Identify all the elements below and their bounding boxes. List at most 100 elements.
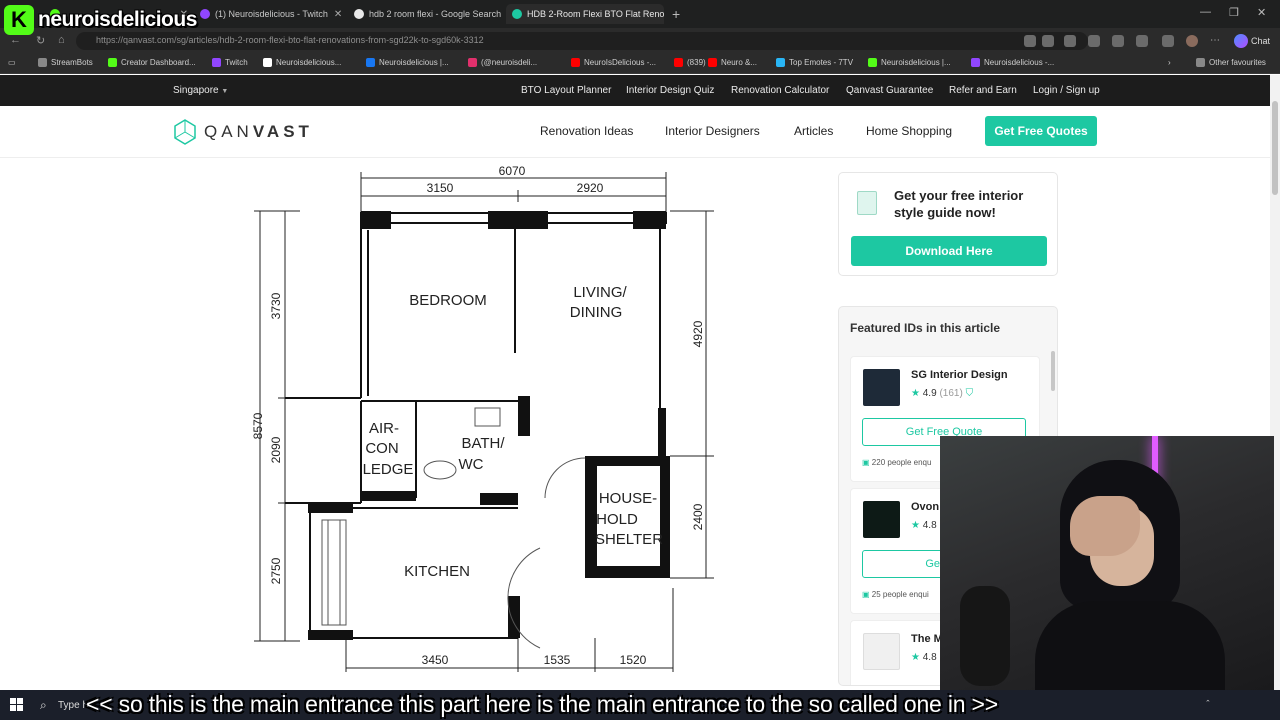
bookmark-item[interactable]: Neuroisdelicious -...	[971, 58, 1054, 67]
zoom-icon[interactable]	[1024, 35, 1036, 47]
bookmark-item[interactable]: Top Emotes - 7TV	[776, 58, 853, 67]
region-label: Singapore	[173, 85, 219, 96]
streamer-shirt	[1035, 601, 1225, 690]
bookmark-item[interactable]: StreamBots	[38, 58, 93, 67]
review-count: (161)	[939, 388, 963, 399]
extension-icon[interactable]	[1088, 35, 1100, 47]
enquiry-count: ▣ 220 people enqu	[862, 458, 931, 467]
copilot-icon	[1234, 34, 1248, 48]
address-bar[interactable]: https://qanvast.com/sg/articles/hdb-2-ro…	[76, 32, 1088, 50]
favorites-icon[interactable]	[1162, 35, 1174, 47]
bookmark-label: Neuroisdelicious -...	[984, 58, 1055, 67]
brand-text-light: QAN	[204, 122, 253, 141]
bookmark-item[interactable]: Neuro &...	[708, 58, 757, 67]
region-selector[interactable]: Singapore ▼	[173, 85, 228, 96]
facebook-icon	[366, 58, 375, 67]
close-tab-icon[interactable]: ✕	[501, 9, 504, 20]
reader-icon[interactable]	[1042, 35, 1054, 47]
refresh-icon[interactable]: ↻	[36, 34, 45, 47]
site-main-nav: QANVAST Renovation Ideas Interior Design…	[0, 106, 1270, 158]
close-window-icon[interactable]: ✕	[1257, 6, 1266, 19]
nav-interior-designers[interactable]: Interior Designers	[665, 124, 760, 138]
bookmark-item[interactable]: Twitch	[212, 58, 248, 67]
verified-shield-icon: ⛉	[965, 388, 974, 399]
qanvast-logo[interactable]: QANVAST	[174, 119, 313, 145]
brand-text-bold: VAST	[252, 122, 313, 141]
tab-twitch[interactable]: (1) Neuroisdelicious - Twitch ✕	[194, 4, 344, 24]
extension-icon[interactable]	[1112, 35, 1124, 47]
more-menu-icon[interactable]: ⋯	[1210, 35, 1222, 47]
designer-name[interactable]: SG Interior Design	[911, 369, 1008, 381]
chat-icon: ▣	[862, 458, 870, 467]
bookmark-item[interactable]: (@neuroisdeli...	[468, 58, 537, 67]
instagram-icon	[468, 58, 477, 67]
download-here-button[interactable]: Download Here	[851, 236, 1047, 266]
back-icon[interactable]: ←	[10, 34, 21, 46]
bookmark-item[interactable]: Creator Dashboard...	[108, 58, 196, 67]
youtube-icon	[674, 58, 683, 67]
designer-logo	[863, 369, 900, 406]
minimize-icon[interactable]: —	[1200, 6, 1211, 18]
dimension-lines	[254, 172, 714, 672]
room-shelter-line2: HOLD	[596, 511, 638, 528]
scrollbar-thumb[interactable]	[1272, 101, 1278, 195]
room-aircon-line3: LEDGE	[363, 461, 414, 478]
tab-label: hdb 2 room flexi - Google Search	[369, 9, 502, 19]
designer-rating: ★ 4.8	[911, 520, 937, 531]
enquiry-text: 220 people enqu	[871, 458, 932, 467]
room-bedroom: BEDROOM	[409, 292, 487, 309]
bookmark-item[interactable]: NeuroIsDelicious -...	[571, 58, 656, 67]
link-refer-and-earn[interactable]: Refer and Earn	[949, 85, 1017, 96]
designer-name[interactable]: The M	[911, 633, 943, 645]
dim-left-aircon: 2090	[269, 436, 283, 463]
copilot-chat-button[interactable]: Chat	[1234, 34, 1270, 48]
featured-scrollbar[interactable]	[1051, 351, 1055, 391]
sidebar-toggle-icon[interactable]: ▭	[8, 58, 16, 67]
bookmark-item[interactable]: Neuroisdelicious |...	[366, 58, 449, 67]
system-tray[interactable]: ⌃	[1205, 699, 1211, 707]
site-utility-bar: Singapore ▼ BTO Layout Planner Interior …	[0, 75, 1270, 106]
document-icon	[857, 191, 877, 215]
tab-qanvast-article[interactable]: HDB 2-Room Flexi BTO Flat Renov ✕	[506, 4, 664, 24]
profile-avatar[interactable]	[1186, 35, 1198, 47]
tab-label: (1) Neuroisdelicious - Twitch	[215, 9, 328, 19]
chat-label: Chat	[1251, 36, 1271, 46]
designer-logo	[863, 633, 900, 670]
nav-renovation-ideas[interactable]: Renovation Ideas	[540, 124, 633, 138]
dim-bottom-shelter: 1520	[620, 653, 647, 667]
dim-bottom-entrance: 1535	[544, 653, 571, 667]
link-qanvast-guarantee[interactable]: Qanvast Guarantee	[846, 85, 933, 96]
folder-icon	[38, 58, 47, 67]
close-tab-icon[interactable]: ✕	[328, 9, 342, 20]
new-tab-button[interactable]: +	[672, 6, 680, 22]
dim-left-total: 8570	[251, 412, 265, 439]
maximize-icon[interactable]: ❐	[1229, 6, 1239, 19]
stream-caption: << so this is the main entrance this par…	[86, 691, 998, 717]
nav-articles[interactable]: Articles	[794, 124, 833, 138]
enquiry-count: ▣ 25 people enqui	[862, 590, 929, 599]
link-bto-layout-planner[interactable]: BTO Layout Planner	[521, 85, 611, 96]
dim-left-kitchen: 2750	[269, 557, 283, 584]
split-screen-icon[interactable]	[1136, 35, 1148, 47]
floor-plan-image: 6070 3150 2920 3450 1535 1520 8570 3730 …	[251, 164, 714, 672]
rating-value: 4.8	[922, 520, 937, 531]
bookmark-item[interactable]: Neuroisdelicious |...	[868, 58, 951, 67]
bookmark-label: Neuro &...	[721, 58, 758, 67]
other-favourites[interactable]: Other favourites	[1196, 58, 1266, 67]
nav-home-shopping[interactable]: Home Shopping	[866, 124, 952, 138]
link-renovation-calculator[interactable]: Renovation Calculator	[731, 85, 829, 96]
favorite-star-icon[interactable]	[1064, 35, 1076, 47]
bookmark-label: NeuroIsDelicious -...	[584, 58, 657, 67]
home-icon[interactable]: ⌂	[58, 34, 65, 46]
get-free-quotes-button[interactable]: Get Free Quotes	[985, 116, 1097, 146]
windows-start-icon[interactable]	[10, 698, 23, 711]
tab-google-search[interactable]: hdb 2 room flexi - Google Search ✕	[348, 4, 504, 24]
kick-icon	[868, 58, 877, 67]
link-interior-design-quiz[interactable]: Interior Design Quiz	[626, 85, 714, 96]
chat-icon: ▣	[862, 590, 870, 599]
bookmark-item[interactable]: Neuroisdelicious...	[263, 58, 341, 67]
designer-name[interactable]: Ovon	[911, 501, 939, 513]
chevron-right-icon[interactable]: ›	[1168, 58, 1171, 67]
bookmark-item[interactable]: (839)	[674, 58, 706, 67]
link-login-signup[interactable]: Login / Sign up	[1033, 85, 1100, 96]
